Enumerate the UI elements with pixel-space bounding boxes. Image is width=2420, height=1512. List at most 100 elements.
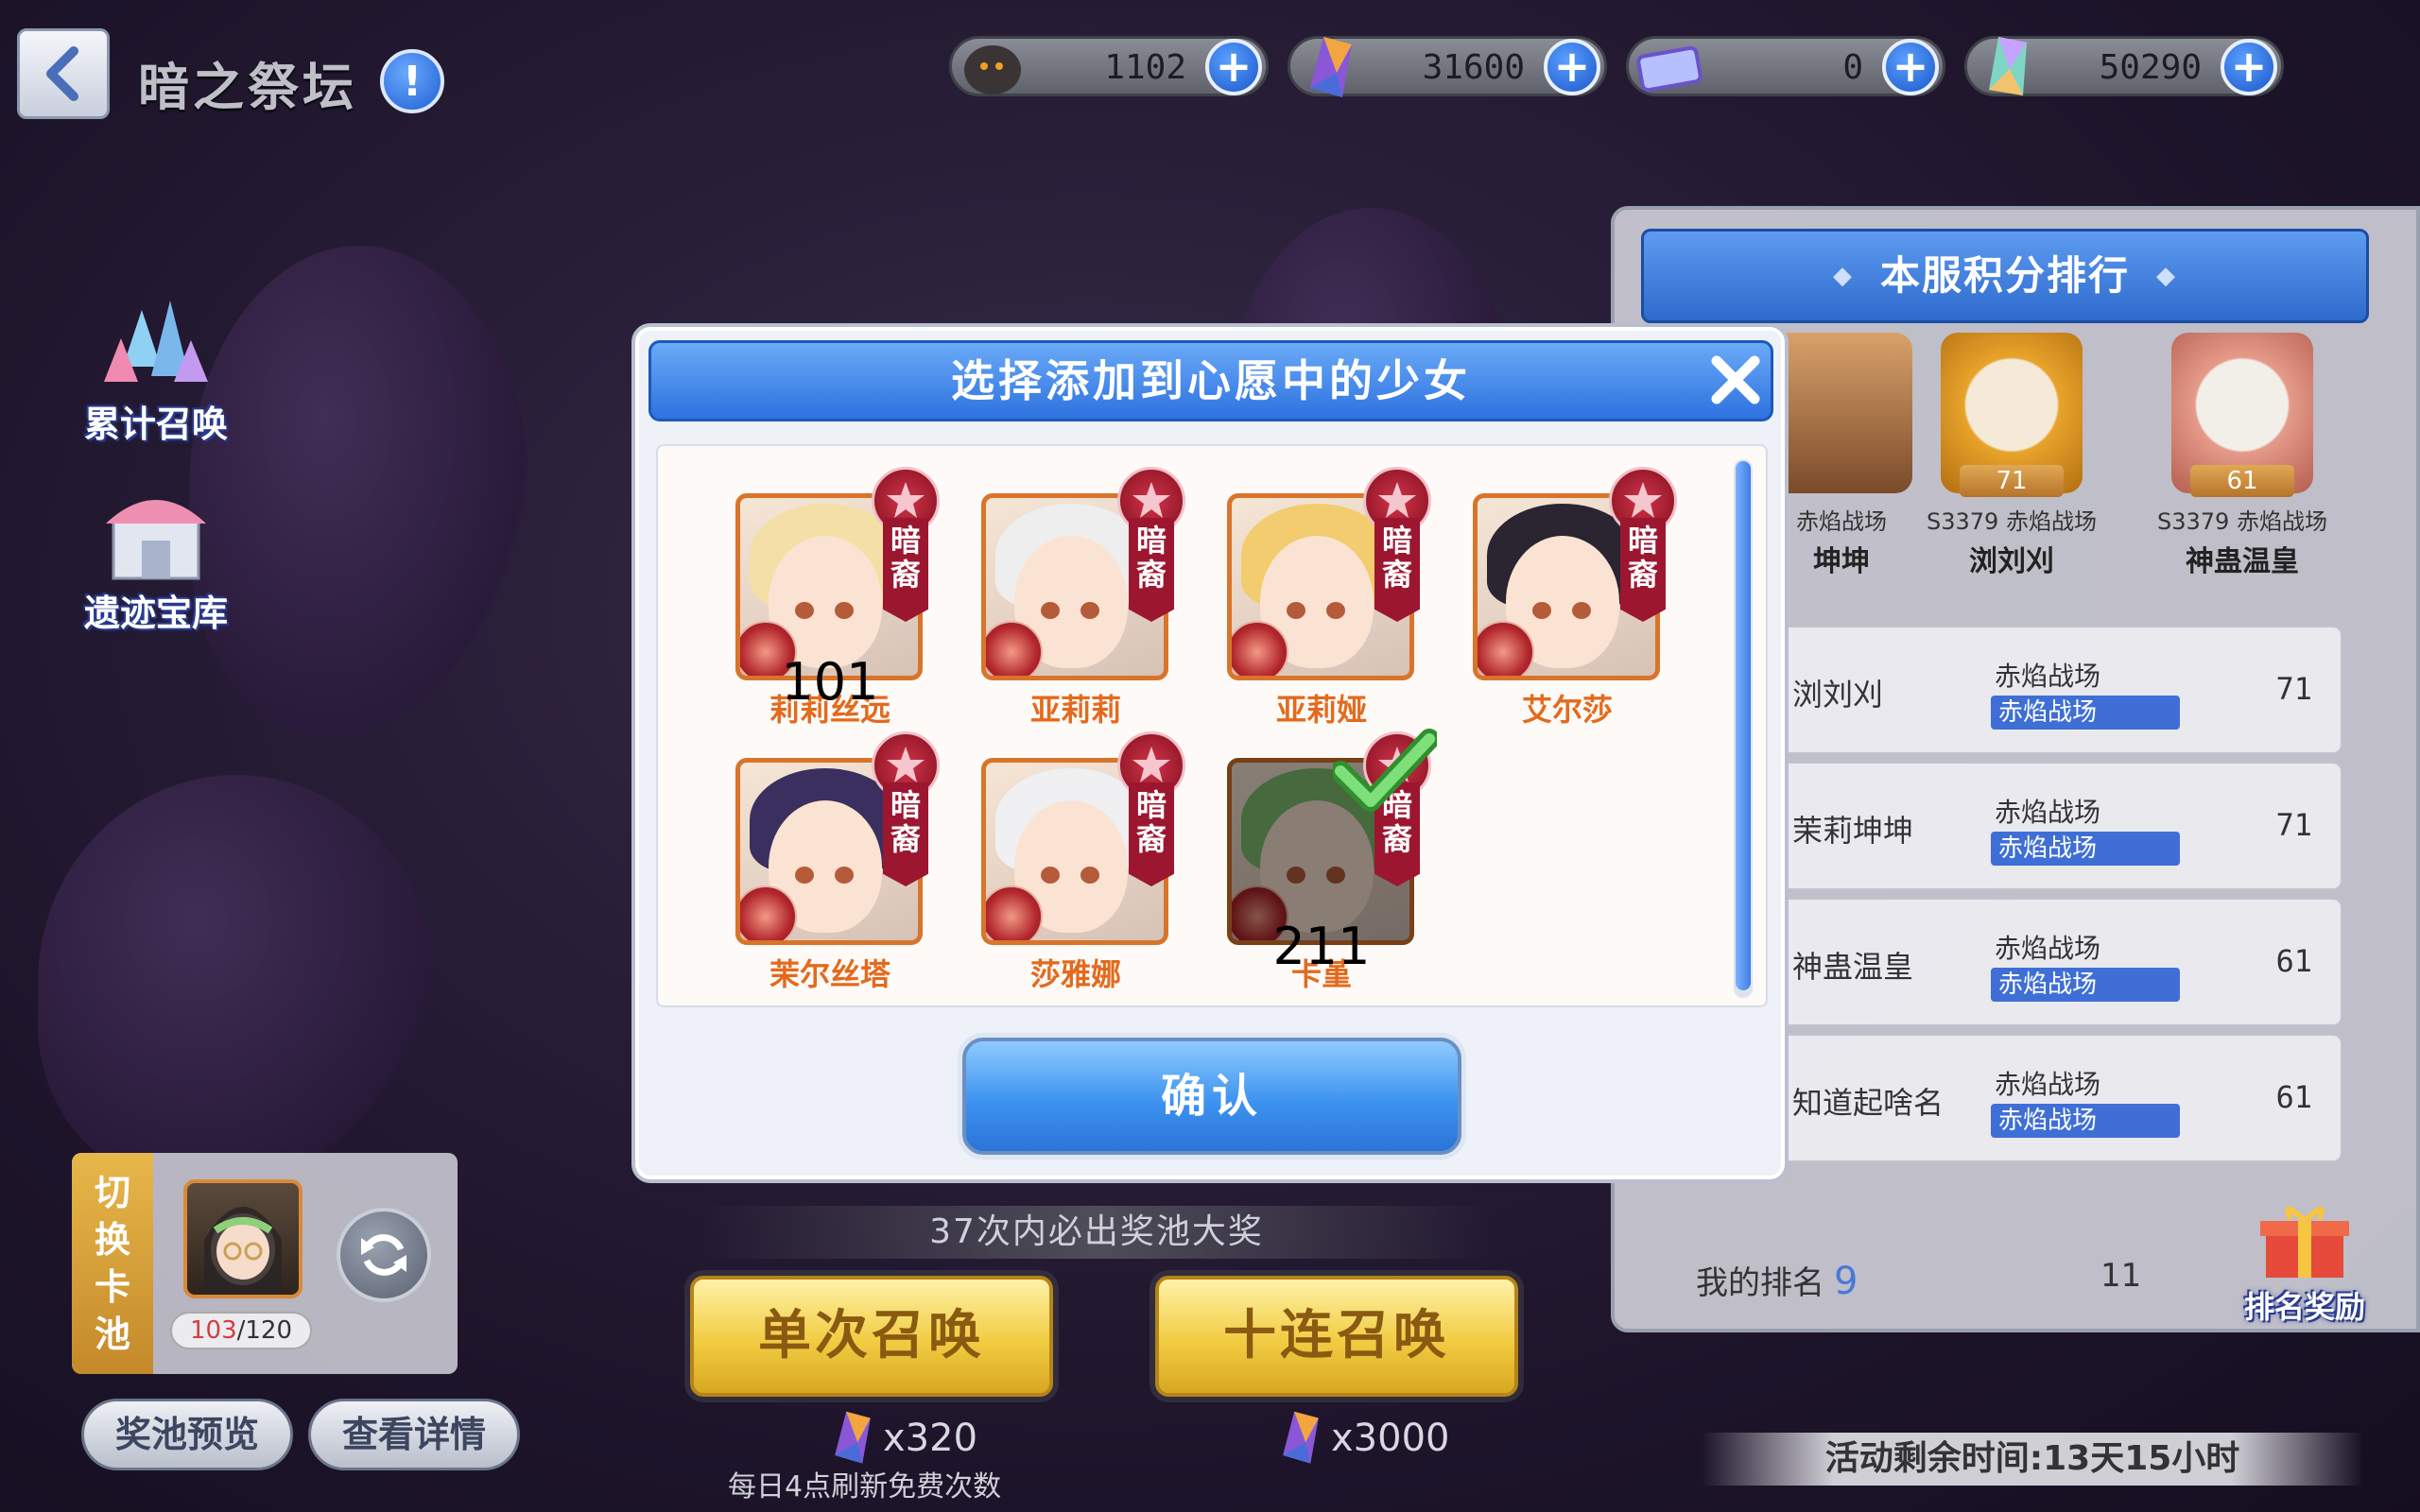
my-score: 11 [2100,1257,2142,1295]
ten-summon-button[interactable]: 十连召唤 [1155,1276,1518,1397]
ten-summon-cost: x3000 [1276,1410,1449,1467]
crystal-cluster-icon [95,291,217,395]
refresh-icon [361,1234,406,1276]
faction-badge: 暗裔 [1117,731,1185,890]
character-card[interactable]: 暗裔 艾尔莎 [1473,467,1677,728]
ranking-server: 赤焰战场 [1995,661,2101,692]
ranking-server: 赤焰战场 [1995,797,2101,828]
close-button[interactable] [1705,350,1766,410]
wish-select-dialog: 选择添加到心愿中的少女 暗裔 莉莉丝远 101 暗裔 亚莉莉 暗裔 亚莉娅 暗裔 艾尔莎 暗裔 茉尔… [631,323,1789,1183]
podium-level: 61 [2190,465,2294,497]
back-button[interactable] [17,28,110,119]
portrait-eye [1080,602,1099,619]
portrait-eye [1572,602,1591,619]
currency-ghost-token: 1102 + [949,36,1269,96]
cumulative-summon-button[interactable]: 累计召唤 [66,291,246,447]
scrollbar-thumb[interactable] [1736,461,1751,990]
element-emblem-icon [1232,621,1288,676]
podium-third[interactable]: 61 S3379 赤焰战场 神蛊温皇 [2129,333,2356,579]
close-icon [1711,355,1760,404]
portrait-eye [795,867,814,884]
checkmark-icon [1330,728,1440,813]
character-name: 莎雅娜 [1029,956,1121,992]
portrait-eye [1041,867,1060,884]
ranking-server: 赤焰战场 [1995,933,2101,964]
element-emblem-icon [986,621,1043,676]
podium-name: 神蛊温皇 [2186,545,2299,578]
podium-avatar: 61 [2171,333,2313,497]
single-summon-cost-value: x320 [883,1417,978,1460]
character-number: 101 [781,652,879,712]
cumulative-summon-label: 累计召唤 [83,404,228,445]
ranking-player-name: 茉莉坤坤 [1792,813,1914,849]
relic-vault-label: 遗迹宝库 [83,593,228,634]
portrait-eye [835,602,854,619]
faction-badge: 暗裔 [872,467,940,626]
portrait-eye [1080,867,1099,884]
my-rank: 我的排名 9 [1696,1257,1858,1303]
add-currency-button[interactable]: + [1205,39,1262,95]
currency-ticket: 0 + [1626,36,1945,96]
ranking-score: 61 [2275,1079,2312,1115]
gift-box-icon [2260,1206,2349,1278]
podium-level: 71 [1960,465,2064,497]
rank-reward-label: 排名奖励 [2243,1289,2365,1325]
ranking-player-name: 神蛊温皇 [1792,949,1914,985]
rank-reward-button[interactable]: 排名奖励 [2238,1204,2371,1327]
character-number: 211 [1272,917,1371,976]
switch-pool-tab[interactable]: 切 换 卡 池 [72,1153,153,1374]
ranking-score: 71 [2275,807,2312,843]
currency-value: 1102 [1104,48,1186,87]
character-name: 茉尔丝塔 [769,956,890,992]
my-rank-value: 9 [1834,1260,1858,1303]
my-rank-label: 我的排名 [1696,1264,1824,1302]
add-currency-button[interactable]: + [1882,39,1939,95]
confirm-button[interactable]: 确认 [962,1038,1461,1155]
character-card[interactable]: 暗裔 亚莉莉 [981,467,1185,728]
currency-crystal: 31600 + [1288,36,1607,97]
refresh-button[interactable] [337,1208,431,1302]
faction-label: 暗裔 [1374,518,1420,622]
add-currency-button[interactable]: + [2221,39,2277,95]
portrait-eye [1326,867,1345,884]
ranking-server-tag: 赤焰战场 [1991,1104,2180,1138]
ranking-player-name: 浏刘刈 [1792,677,1884,713]
character-card[interactable]: 暗裔 莉莉丝远 101 [735,467,940,728]
element-emblem-icon [1478,621,1534,676]
podium-second[interactable]: 71 S3379 赤焰战场 浏刘刈 [1898,333,2125,579]
event-time-left: 活动剩余时间:13天15小时 [1702,1433,2363,1486]
character-card[interactable]: 暗裔 卡堇 211 [1227,729,1440,992]
faction-badge: 暗裔 [1363,467,1431,626]
element-emblem-icon [986,885,1043,940]
character-card[interactable]: 暗裔茉尔丝塔 [735,731,940,992]
switch-pool-char: 卡 [94,1266,130,1308]
faction-badge: 暗裔 [1609,467,1677,626]
ranking-server-tag: 赤焰战场 [1991,832,2180,866]
portrait-eye [1326,602,1345,619]
pool-preview-button[interactable]: 奖池预览 [81,1399,293,1470]
info-button[interactable]: ! [380,49,444,113]
dialog-title: 选择添加到心愿中的少女 [648,340,1773,421]
character-name: 亚莉娅 [1275,692,1367,728]
podium-avatar: 71 [1941,333,2083,497]
faction-label: 暗裔 [1620,518,1666,622]
faction-label: 暗裔 [883,782,928,886]
character-card[interactable]: 暗裔亚莉娅 [1227,467,1431,728]
character-card[interactable]: 暗裔莎雅娜 [981,731,1185,992]
relic-vault-button[interactable]: 遗迹宝库 [66,480,246,636]
crystal-icon [1283,1411,1319,1464]
ranking-score: 61 [2275,943,2312,979]
ranking-server-tag: 赤焰战场 [1991,968,2180,1002]
ranking-score: 71 [2275,671,2312,707]
podium-name: 浏刘刈 [1969,545,2054,578]
portrait-eye [1532,602,1551,619]
faction-label: 暗裔 [883,518,928,622]
ranking-player-name: 知道起啥名 [1792,1085,1945,1121]
single-summon-button[interactable]: 单次召唤 [690,1276,1053,1397]
add-currency-button[interactable]: + [1544,39,1600,95]
switch-pool-panel: 切 换 卡 池 103/120 [72,1153,458,1374]
ten-summon-cost-value: x3000 [1331,1417,1450,1460]
view-details-button[interactable]: 查看详情 [308,1399,520,1470]
currency-value: 0 [1842,48,1863,87]
ranking-server: 赤焰战场 [1995,1069,2101,1100]
